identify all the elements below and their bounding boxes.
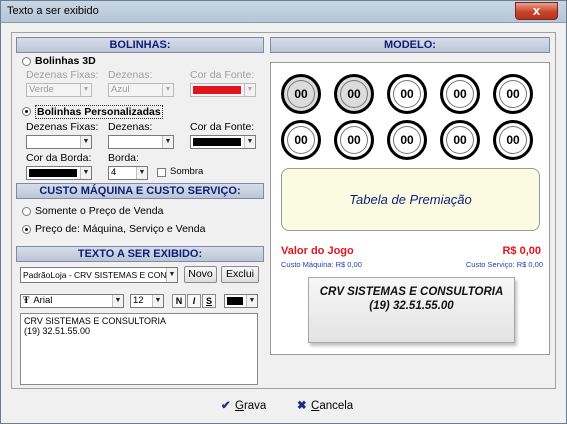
chevron-down-icon: ▼ xyxy=(136,167,147,179)
modelo-preview: 00 00 00 00 00 00 00 00 00 00 Tabela de … xyxy=(270,62,550,355)
somente-preco-venda-label: Somente o Preço de Venda xyxy=(35,205,164,217)
window-title: Texto a ser exibido xyxy=(7,5,99,17)
chevron-down-icon: ▼ xyxy=(244,136,255,148)
ball: 00 xyxy=(493,74,533,114)
d3-dezenas-fixas-label: Dezenas Fixas: xyxy=(26,69,99,81)
grava-accel: G xyxy=(235,400,244,412)
valor-jogo-value: R$ 0,00 xyxy=(502,245,541,257)
cor-borda-label: Cor da Borda: xyxy=(26,152,92,164)
chevron-down-icon: ▼ xyxy=(80,84,91,96)
ball: 00 xyxy=(493,120,533,160)
border-color-swatch xyxy=(29,169,77,177)
grava-button[interactable]: ✔ Grava xyxy=(221,398,266,412)
tabela-premiacao: Tabela de Premiação xyxy=(281,168,540,231)
chevron-down-icon: ▼ xyxy=(246,295,257,307)
ball: 00 xyxy=(387,120,427,160)
bolinhas-personalizadas-radio[interactable] xyxy=(22,107,31,116)
pers-dezenas-fixas-select[interactable]: ▼ xyxy=(26,135,92,149)
crv-preview-box: CRV SISTEMAS E CONSULTORIA (19) 32.51.55… xyxy=(308,277,515,343)
text-color-swatch xyxy=(227,297,243,305)
font-name-value: Arial xyxy=(33,295,53,306)
custo-header: CUSTO MÁQUINA E CUSTO SERVIÇO: xyxy=(16,183,264,199)
exclui-button[interactable]: Exclui xyxy=(221,266,259,283)
sombra-checkbox[interactable] xyxy=(157,168,166,177)
texto-preset-value: PadrãoLoja - CRV SISTEMAS E CONS xyxy=(23,270,173,280)
footer: ✔ Grava ✖ Cancela xyxy=(7,393,560,419)
valor-jogo-label: Valor do Jogo xyxy=(281,245,354,257)
chevron-down-icon: ▼ xyxy=(244,84,255,96)
chevron-down-icon: ▼ xyxy=(166,268,177,282)
dialog-window: Texto a ser exibido x BOLINHAS: Bolinhas… xyxy=(0,0,567,424)
ball: 00 xyxy=(440,74,480,114)
chevron-down-icon: ▼ xyxy=(162,84,173,96)
text-color-select[interactable]: ▼ xyxy=(224,294,258,308)
title-bar[interactable]: Texto a ser exibido x xyxy=(1,1,566,23)
d3-font-color-swatch xyxy=(193,86,241,94)
d3-dezenas-select[interactable]: Azul ▼ xyxy=(108,83,174,97)
pers-cor-fonte-select[interactable]: ▼ xyxy=(190,135,256,149)
ball: 00 xyxy=(440,120,480,160)
chevron-down-icon: ▼ xyxy=(80,136,91,148)
texto-line-2: (19) 32.51.55.00 xyxy=(24,326,91,336)
texto-header: TEXTO A SER EXIBIDO: xyxy=(16,246,264,262)
borda-select[interactable]: 4 ▼ xyxy=(108,166,148,180)
ball: 00 xyxy=(334,74,374,114)
sombra-label: Sombra xyxy=(170,166,204,177)
grava-label: rava xyxy=(243,400,267,412)
font-name-select[interactable]: Ŧ Arial ▼ xyxy=(20,294,124,308)
borda-value: 4 xyxy=(111,167,117,178)
borda-label: Borda: xyxy=(108,152,139,164)
bold-button[interactable]: N xyxy=(172,294,186,308)
d3-cor-fonte-label: Cor da Fonte: xyxy=(190,69,255,81)
pers-dezenas-fixas-label: Dezenas Fixas: xyxy=(26,121,99,133)
close-icon: ✖ xyxy=(297,400,307,412)
font-type-icon: Ŧ xyxy=(23,296,30,306)
panel-area: BOLINHAS: Bolinhas 3D Dezenas Fixas: Dez… xyxy=(11,32,556,389)
d3-dezenas-label: Dezenas: xyxy=(108,69,153,81)
italic-button[interactable]: I xyxy=(187,294,201,308)
ball: 00 xyxy=(387,74,427,114)
texto-textarea[interactable]: CRV SISTEMAS E CONSULTORIA (19) 32.51.55… xyxy=(20,313,258,385)
d3-dezenas-fixas-select[interactable]: Verde ▼ xyxy=(26,83,92,97)
check-icon: ✔ xyxy=(221,400,231,412)
ball: 00 xyxy=(281,74,321,114)
pers-cor-fonte-label: Cor da Fonte: xyxy=(190,121,255,133)
modelo-header: MODELO: xyxy=(270,37,550,53)
chevron-down-icon: ▼ xyxy=(152,295,163,307)
bolinhas-header: BOLINHAS: xyxy=(16,37,264,53)
pers-dezenas-select[interactable]: ▼ xyxy=(108,135,174,149)
d3-cor-fonte-select[interactable]: ▼ xyxy=(190,83,256,97)
texto-preset-select[interactable]: PadrãoLoja - CRV SISTEMAS E CONS ▼ xyxy=(20,267,178,283)
preco-todos-label: Preço de: Máquina, Serviço e Venda xyxy=(35,223,206,235)
novo-button[interactable]: Novo xyxy=(184,266,217,283)
chevron-down-icon: ▼ xyxy=(80,167,91,179)
d3-dezenas-value: Azul xyxy=(111,84,130,95)
somente-preco-venda-radio[interactable] xyxy=(22,207,31,216)
cor-borda-select[interactable]: ▼ xyxy=(26,166,92,180)
d3-dezenas-fixas-value: Verde xyxy=(29,84,54,95)
chevron-down-icon: ▼ xyxy=(112,295,123,307)
bolinhas-personalizadas-label: Bolinhas Personalizadas xyxy=(35,105,163,119)
custo-servico-text: Custo Serviço: R$ 0,00 xyxy=(465,260,543,269)
preco-todos-radio[interactable] xyxy=(22,225,31,234)
crv-line-2: (19) 32.51.55.00 xyxy=(369,300,454,312)
dialog-client: BOLINHAS: Bolinhas 3D Dezenas Fixas: Dez… xyxy=(7,24,560,419)
cancela-button[interactable]: ✖ Cancela xyxy=(297,398,353,412)
ball: 00 xyxy=(281,120,321,160)
bolinhas-3d-label: Bolinhas 3D xyxy=(35,55,96,67)
font-size-value: 12 xyxy=(133,295,144,306)
font-size-select[interactable]: 12 ▼ xyxy=(130,294,164,308)
pers-font-color-swatch xyxy=(193,138,241,146)
ball: 00 xyxy=(334,120,374,160)
custo-maquina-text: Custo Máquina: R$ 0,00 xyxy=(281,260,362,269)
bolinhas-3d-radio[interactable] xyxy=(22,57,31,66)
pers-dezenas-label: Dezenas: xyxy=(108,121,153,133)
cancela-label: ancela xyxy=(319,400,354,412)
crv-line-1: CRV SISTEMAS E CONSULTORIA xyxy=(319,286,504,298)
underline-button[interactable]: S xyxy=(202,294,216,308)
close-button[interactable]: x xyxy=(515,2,558,20)
texto-line-1: CRV SISTEMAS E CONSULTORIA xyxy=(24,316,167,326)
chevron-down-icon: ▼ xyxy=(162,136,173,148)
